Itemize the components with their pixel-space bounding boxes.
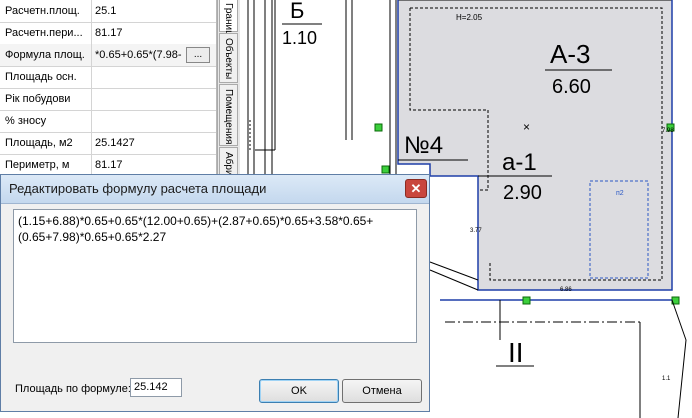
close-icon[interactable]: ✕: [405, 179, 427, 198]
property-row[interactable]: Расчетн.площ. 25.1: [0, 0, 216, 23]
property-name: Рік побудови: [0, 88, 92, 110]
tab-label: Помещения: [223, 89, 234, 145]
tab-borders[interactable]: Границы: [219, 0, 238, 43]
property-row[interactable]: Площадь, м2 25.1427: [0, 132, 216, 155]
label-a3-value: 6.60: [552, 76, 591, 98]
label-dim-3: 3.77: [470, 228, 482, 234]
dialog-title-bar[interactable]: Редактировать формулу расчета площади ✕: [1, 175, 429, 204]
property-value[interactable]: 25.1427: [92, 132, 215, 154]
edit-formula-dialog: Редактировать формулу расчета площади ✕ …: [0, 174, 430, 412]
label-a1-value: 2.90: [503, 182, 542, 204]
tab-rooms[interactable]: Помещения: [219, 84, 238, 146]
property-row-formula[interactable]: Формула площ. -7.98)*0.65+0.65* ...: [0, 44, 216, 67]
dialog-title: Редактировать формулу расчета площади: [9, 181, 267, 196]
property-value[interactable]: 81.17: [92, 154, 215, 176]
vertical-tab-strip: Границы Объекты Помещения Абрис: [217, 0, 241, 181]
label-roman: II: [508, 337, 524, 368]
label-height: Н=2.05: [456, 13, 483, 22]
property-name: Площадь, м2: [0, 132, 92, 154]
property-name: Площадь осн.: [0, 66, 92, 88]
property-value[interactable]: [92, 66, 215, 88]
label-a1-name: а-1: [502, 149, 537, 176]
property-name: Расчетн.пери...: [0, 22, 92, 44]
formula-value[interactable]: -7.98)*0.65+0.65*: [92, 44, 187, 66]
property-value[interactable]: [92, 110, 215, 132]
center-cross-icon: ×: [523, 120, 530, 134]
label-a3-name: А-3: [550, 39, 590, 69]
label-number: №4: [404, 132, 443, 159]
property-row[interactable]: % зносу: [0, 110, 216, 133]
property-name: % зносу: [0, 110, 92, 132]
tab-sketch[interactable]: Абрис: [219, 147, 238, 181]
property-value[interactable]: [92, 88, 215, 110]
tab-label: Объекты: [223, 38, 234, 80]
property-name: Формула площ.: [0, 44, 92, 66]
tab-objects[interactable]: Объекты: [219, 33, 238, 83]
property-row[interactable]: Площадь осн.: [0, 66, 216, 89]
label-p2: п2: [616, 190, 624, 197]
formula-textarea[interactable]: (1.15+6.88)*0.65+0.65*(12.00+0.65)+(2.87…: [13, 209, 417, 343]
label-dim-1: 6.86: [560, 287, 572, 293]
result-label: Площадь по формуле:: [15, 383, 131, 395]
property-row[interactable]: Рік побудови: [0, 88, 216, 111]
label-dim-2: 7.98: [662, 128, 674, 134]
property-name: Периметр, м: [0, 154, 92, 176]
label-b-letter: Б: [290, 0, 304, 23]
result-field[interactable]: 25.142: [130, 378, 182, 397]
edit-formula-button[interactable]: ...: [186, 47, 210, 63]
label-b-value: 1.10: [282, 28, 317, 48]
cancel-button[interactable]: Отмена: [342, 379, 422, 403]
property-value[interactable]: 81.17: [92, 22, 215, 44]
property-grid: Расчетн.площ. 25.1 Расчетн.пери... 81.17…: [0, 0, 217, 177]
ok-button[interactable]: OK: [259, 379, 339, 403]
property-value[interactable]: 25.1: [92, 0, 215, 22]
property-row[interactable]: Расчетн.пери... 81.17: [0, 22, 216, 45]
property-name: Расчетн.площ.: [0, 0, 92, 22]
label-dim-5: 1.1: [662, 376, 671, 382]
